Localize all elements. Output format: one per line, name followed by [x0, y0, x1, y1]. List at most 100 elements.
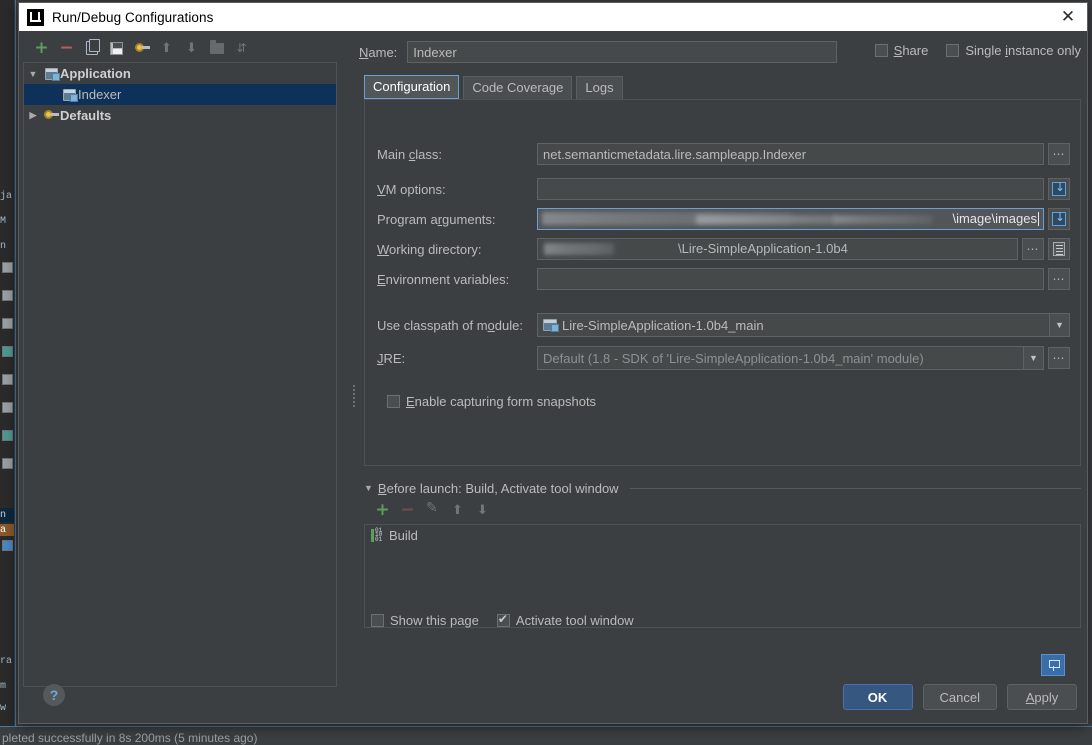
cancel-button[interactable]: Cancel [922, 684, 997, 710]
tree-node-indexer[interactable]: Indexer [24, 84, 336, 105]
activate-tool-window-checkbox[interactable]: Activate tool window [496, 612, 634, 628]
tree-toolbar: + − ⬆ ⬇ ⇵ [23, 35, 337, 61]
tree-node-label: Indexer [78, 87, 122, 102]
single-instance-checkbox[interactable]: Single instance only [946, 43, 1081, 58]
before-launch-header[interactable]: ▼ Before launch: Build, Activate tool wi… [364, 479, 1081, 497]
move-down-button[interactable]: ⬇ [179, 36, 204, 60]
form-snapshots-checkbox[interactable]: Enable capturing form snapshots [387, 394, 596, 409]
checkbox-box [946, 44, 960, 57]
intellij-idea-logo-icon [27, 8, 44, 26]
remove-task-button[interactable]: − [395, 498, 420, 522]
tab-logs[interactable]: Logs [576, 76, 623, 99]
configurations-tree[interactable]: ▼ Application Indexer ▶ Defaults [23, 62, 337, 687]
working-directory-macro-list-icon[interactable] [1048, 238, 1070, 260]
before-launch-title: Before launch: Build, Activate tool wind… [377, 480, 619, 496]
show-this-page-label: Show this page [390, 613, 479, 628]
backdrop-chip [2, 430, 13, 441]
classpath-module-combobox[interactable]: Lire-SimpleApplication-1.0b4_main ▼ [537, 313, 1070, 337]
environment-variables-label: Environment variables: [377, 271, 510, 287]
application-icon [42, 67, 60, 81]
form-snapshots-label: Enable capturing form snapshots [406, 393, 597, 409]
backdrop-chip [2, 262, 13, 273]
backdrop-text-fragment: M [0, 216, 7, 227]
task-label: Build [389, 528, 418, 543]
backdrop-text-fragment: ra [0, 656, 13, 667]
jre-combobox[interactable]: Default (1.8 - SDK of 'Lire-SimpleApplic… [537, 346, 1044, 370]
tab-code-coverage[interactable]: Code Coverage [463, 76, 573, 99]
show-this-page-checkbox[interactable]: Show this page [371, 613, 479, 628]
copy-configuration-button[interactable] [79, 36, 104, 60]
classpath-module-row: Use classpath of module: Lire-SimpleAppl… [377, 312, 1070, 338]
vm-options-expand-editor-icon[interactable] [1048, 178, 1070, 200]
sort-configurations-button[interactable]: ⇵ [229, 36, 254, 60]
collapse-toggle-icon[interactable]: ▼ [364, 483, 373, 493]
jre-browse-button[interactable]: ⋯ [1048, 347, 1070, 369]
edit-defaults-button[interactable] [129, 36, 154, 60]
wrench-icon [42, 109, 60, 122]
expand-toggle-icon[interactable]: ▼ [24, 69, 42, 79]
module-icon [543, 319, 559, 332]
remove-configuration-button[interactable]: − [54, 36, 79, 60]
working-directory-browse-button[interactable]: ⋯ [1022, 238, 1044, 260]
program-arguments-row: Program arguments: \image\images [377, 208, 1070, 230]
vm-options-input[interactable] [537, 178, 1044, 200]
vm-options-row: VM options: [377, 178, 1070, 200]
expand-toggle-icon[interactable]: ▶ [24, 110, 42, 121]
editor-tabs: Configuration Code Coverage Logs [364, 75, 623, 99]
name-input[interactable]: Indexer [407, 41, 838, 63]
environment-variables-input[interactable] [537, 268, 1044, 290]
tree-node-application[interactable]: ▼ Application [24, 63, 336, 84]
program-arguments-input[interactable]: \image\images [537, 208, 1044, 230]
classpath-module-value: Lire-SimpleApplication-1.0b4_main [562, 317, 764, 333]
backdrop-chip [2, 346, 13, 357]
before-launch-toolbar: + − ⬆ ⬇ [364, 497, 1081, 523]
text-caret [1038, 212, 1039, 226]
configurations-panel: + − ⬆ ⬇ ⇵ ▼ Application Indexer ▶ Defaul… [23, 35, 337, 687]
ok-button[interactable]: OK [842, 684, 913, 710]
tree-node-label: Defaults [60, 108, 112, 123]
working-directory-input[interactable]: \Lire-SimpleApplication-1.0b4 [537, 238, 1018, 260]
close-icon[interactable]: ✕ [1055, 5, 1081, 29]
activate-tool-window-label: Activate tool window [515, 613, 634, 628]
create-folder-button[interactable] [204, 36, 229, 60]
edit-task-button[interactable] [420, 498, 445, 522]
share-checkbox[interactable]: Share [874, 43, 928, 58]
environment-variables-browse-button[interactable]: ⋯ [1048, 268, 1070, 290]
backdrop-text-fragment: w [0, 703, 7, 714]
configuration-editor-panel: Name: Indexer Share Single instance only… [359, 35, 1081, 687]
add-configuration-button[interactable]: + [29, 36, 54, 60]
panel-splitter[interactable] [351, 381, 357, 411]
save-configuration-button[interactable] [104, 36, 129, 60]
backdrop-text-fragment: m [0, 681, 7, 692]
tree-node-defaults[interactable]: ▶ Defaults [24, 105, 336, 126]
application-icon [60, 88, 78, 102]
program-arguments-expand-editor-icon[interactable] [1048, 208, 1070, 230]
program-arguments-visible-text: \image\images [952, 211, 1039, 226]
chevron-down-icon[interactable]: ▼ [1049, 314, 1069, 336]
pin-icon[interactable] [1041, 654, 1065, 676]
before-launch-options: Show this page Activate tool window [371, 612, 634, 628]
help-question-icon[interactable]: ? [43, 684, 65, 706]
move-task-down-button[interactable]: ⬇ [470, 498, 495, 522]
working-directory-visible-text: \Lire-SimpleApplication-1.0b4 [678, 241, 848, 256]
tab-configuration[interactable]: Configuration [364, 75, 460, 99]
backdrop-chip [2, 402, 13, 413]
list-item[interactable]: 01 10 01 Build [365, 525, 1080, 546]
status-bar: pleted successfully in 8s 200ms (5 minut… [0, 727, 1092, 745]
backdrop-chip [2, 374, 13, 385]
checkbox-box [874, 44, 888, 57]
dialog-footer-buttons: OK Cancel Apply [842, 684, 1077, 710]
move-up-button[interactable]: ⬆ [154, 36, 179, 60]
add-task-button[interactable]: + [370, 498, 395, 522]
main-class-browse-button[interactable]: ⋯ [1048, 143, 1070, 165]
chevron-down-icon[interactable]: ▼ [1023, 347, 1043, 369]
environment-variables-row: Environment variables: ⋯ [377, 268, 1070, 290]
backdrop-text-fragment: n [0, 241, 7, 252]
main-class-input[interactable]: net.semanticmetadata.lire.sampleapp.Inde… [537, 143, 1044, 165]
header-divider [629, 488, 1081, 489]
tree-node-label: Application [60, 66, 131, 81]
apply-button[interactable]: Apply [1007, 684, 1077, 710]
move-task-up-button[interactable]: ⬆ [445, 498, 470, 522]
backdrop-chip [2, 318, 13, 329]
backdrop-text-fragment: a [0, 525, 7, 536]
